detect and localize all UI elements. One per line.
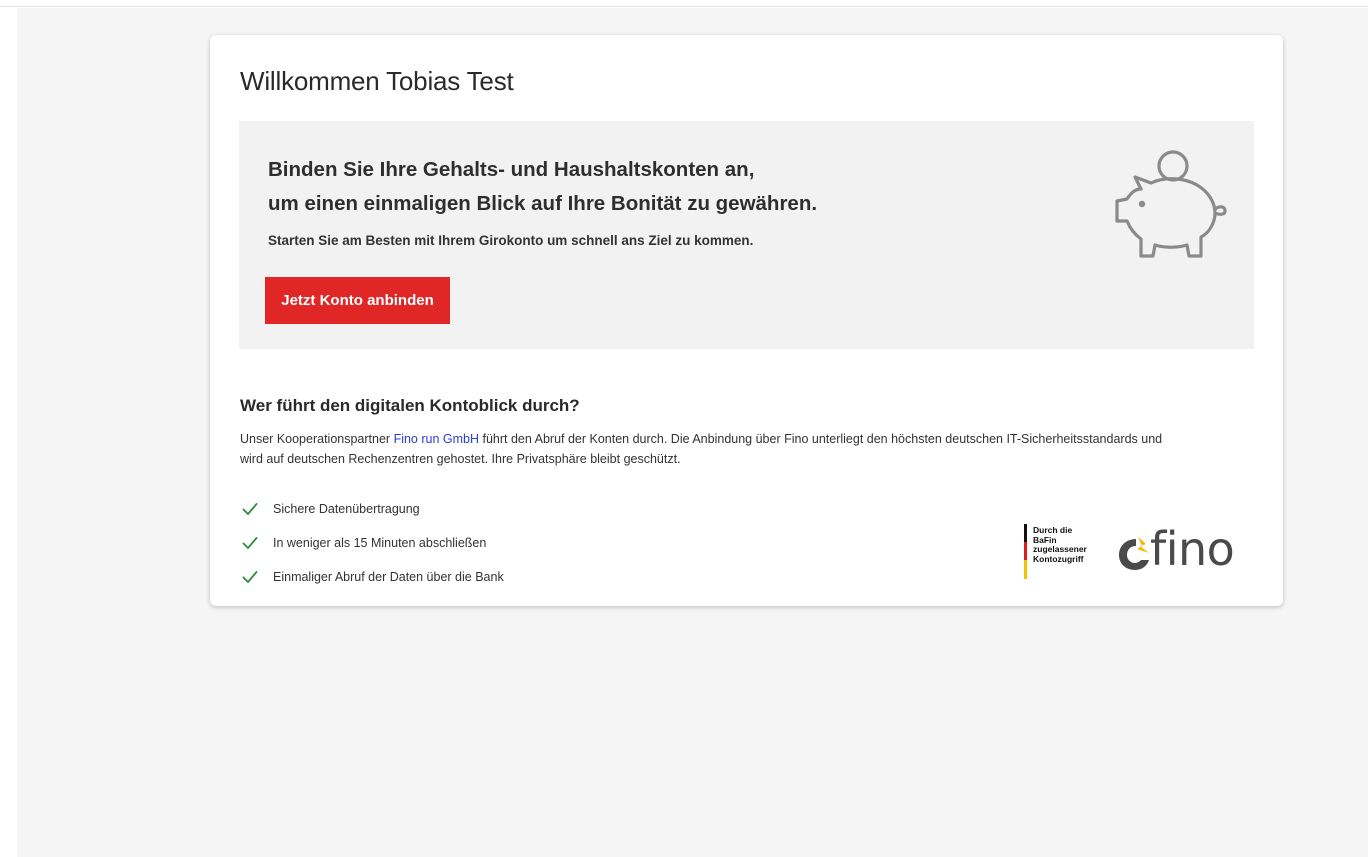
- piggy-bank-icon: [1115, 150, 1227, 258]
- list-item: In weniger als 15 Minuten abschließen: [242, 526, 504, 560]
- fino-wordmark: fino: [1150, 522, 1235, 576]
- bafin-flag-black: [1024, 524, 1027, 542]
- banner-headline-line-1: Binden Sie Ihre Gehalts- und Haushaltsko…: [268, 158, 755, 181]
- top-bar: [0, 0, 1368, 7]
- checkmark-icon: [242, 571, 258, 583]
- connect-account-button[interactable]: Jetzt Konto anbinden: [265, 277, 450, 324]
- list-item: Sichere Datenübertragung: [242, 492, 504, 526]
- fino-logo: fino: [1116, 522, 1256, 580]
- info-title: Wer führt den digitalen Kontoblick durch…: [240, 396, 580, 415]
- page-title: Willkommen Tobias Test: [240, 66, 514, 96]
- banner-headline: Binden Sie Ihre Gehalts- und Haushaltsko…: [268, 153, 817, 221]
- checkmark-icon: [242, 503, 258, 515]
- fino-partner-link[interactable]: Fino run GmbH: [394, 432, 479, 446]
- bafin-badge: Durch die BaFin zugelassener Kontozugrif…: [1024, 524, 1114, 579]
- connect-account-banner: Binden Sie Ihre Gehalts- und Haushaltsko…: [239, 121, 1254, 349]
- checkmark-icon: [242, 537, 258, 549]
- banner-subline: Starten Sie am Besten mit Ihrem Girokont…: [268, 233, 754, 248]
- bafin-text: Durch die BaFin zugelassener Kontozugrif…: [1033, 525, 1087, 564]
- feature-label: Einmaliger Abruf der Daten über die Bank: [273, 570, 504, 584]
- welcome-card: Willkommen Tobias Test Binden Sie Ihre G…: [210, 35, 1283, 606]
- bafin-flag-gold: [1024, 560, 1027, 579]
- info-description: Unser Kooperationspartner Fino run GmbH …: [240, 429, 1180, 469]
- feature-label: In weniger als 15 Minuten abschließen: [273, 536, 487, 550]
- list-item: Einmaliger Abruf der Daten über die Bank: [242, 560, 504, 594]
- banner-headline-line-2: um einen einmaligen Blick auf Ihre Bonit…: [268, 192, 818, 215]
- bafin-flag-red: [1024, 542, 1027, 560]
- fino-mark-icon: [1119, 537, 1149, 570]
- bafin-line: Kontozugriff: [1033, 553, 1084, 564]
- feature-list: Sichere Datenübertragung In weniger als …: [242, 492, 504, 594]
- feature-label: Sichere Datenübertragung: [273, 502, 420, 516]
- info-desc-prefix: Unser Kooperationspartner: [240, 432, 394, 446]
